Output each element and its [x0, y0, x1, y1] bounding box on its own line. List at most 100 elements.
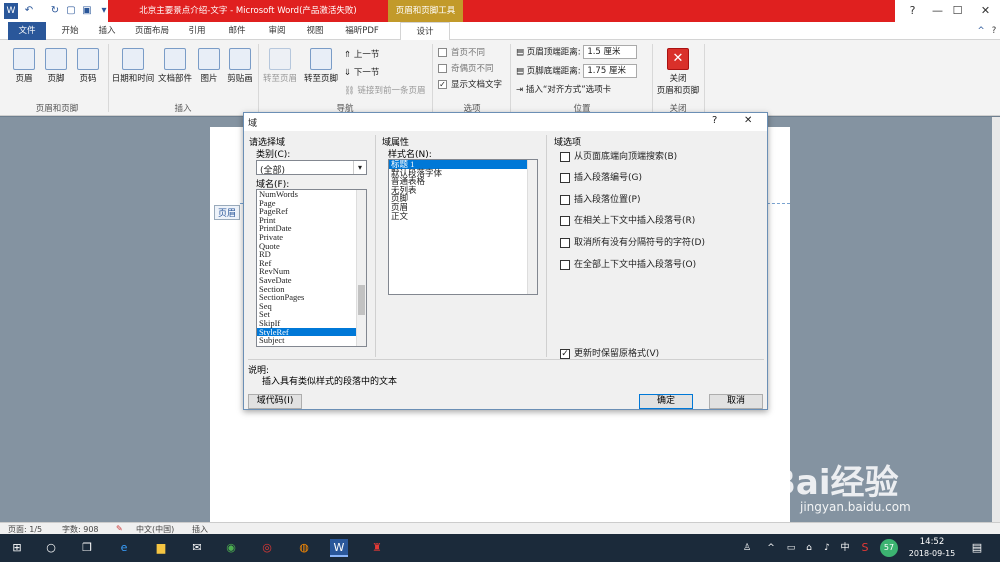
tab-mailings[interactable]: 邮件 — [222, 22, 252, 40]
preserve-format-checkbox[interactable]: ✓ 更新时保留原格式(V) — [560, 346, 659, 359]
sogou-icon[interactable]: S — [856, 539, 874, 557]
field-name-item[interactable]: Seq — [257, 302, 366, 311]
divider — [108, 44, 109, 112]
style-names-list[interactable]: 标题 1 默认段落字体 普通表格 无列表 页脚 页眉 正文 — [388, 159, 538, 295]
edge-browser-icon[interactable]: e — [115, 539, 133, 557]
footer-distance-spinner[interactable]: 1.75 厘米 — [583, 64, 638, 78]
tab-home[interactable]: 开始 — [55, 22, 85, 40]
option-search-bottom-up[interactable]: 从页面底端向顶端搜索(B) — [560, 149, 677, 162]
checkbox-icon — [560, 259, 570, 270]
show-doc-text-checkbox[interactable]: ✓ 显示文档文字 — [438, 78, 502, 90]
insert-alignment-tab-button[interactable]: ⇥ 插入“对齐方式”选项卡 — [516, 83, 611, 95]
option-full-context[interactable]: 在全部上下文中插入段落号(O) — [560, 257, 696, 270]
action-center-icon[interactable]: ▤ — [968, 539, 986, 557]
status-bar: 页面: 1/5 字数: 908 ✎ 中文(中国) 插入 — [0, 522, 1000, 534]
page-number-button[interactable]: 页码 — [74, 48, 102, 84]
dialog-help-button[interactable]: ? — [712, 115, 717, 126]
odd-even-checkbox[interactable]: 奇偶页不同 — [438, 62, 494, 74]
checkbox-icon — [560, 151, 570, 162]
people-icon[interactable]: ♙ — [738, 539, 756, 557]
word-app-icon[interactable]: W — [4, 3, 18, 19]
field-name-item[interactable]: Quote — [257, 241, 366, 251]
close-header-footer-button[interactable]: ✕ 关闭 页眉和页脚 — [654, 48, 702, 96]
tab-design[interactable]: 设计 — [400, 22, 450, 41]
netease-music-icon[interactable]: ◎ — [258, 539, 276, 557]
field-list-scrollbar[interactable] — [356, 190, 366, 346]
tab-insert[interactable]: 插入 — [92, 22, 122, 40]
app-icon[interactable]: ◍ — [295, 539, 313, 557]
footer-button[interactable]: 页脚 — [42, 48, 70, 84]
field-names-list[interactable]: NumWords Page PageRef Print PrintDate Private… — [256, 189, 367, 347]
date-time-button[interactable]: 日期和时间 — [110, 48, 156, 84]
tab-page-layout[interactable]: 页面布局 — [128, 22, 176, 40]
proofing-icon[interactable]: ✎ — [116, 524, 123, 533]
undo-icon[interactable]: ↶ — [22, 3, 36, 19]
clip-art-button[interactable]: 剪贴画 — [224, 48, 256, 84]
field-name-item[interactable]: RD — [257, 250, 366, 259]
style-list-scrollbar[interactable] — [527, 160, 537, 294]
collapse-ribbon-icon[interactable]: ^ — [975, 22, 987, 40]
picture-button[interactable]: 图片 — [196, 48, 222, 84]
quick-parts-button[interactable]: 文档部件 — [156, 48, 194, 84]
link-to-previous-button[interactable]: ⛓ 链接到前一条页眉 — [344, 84, 426, 96]
different-first-page-checkbox[interactable]: 首页不同 — [438, 46, 485, 58]
new-doc-icon[interactable]: ▢ — [64, 3, 78, 19]
task-view-icon[interactable]: ❐ — [78, 539, 96, 557]
battery-icon[interactable]: ▭ — [782, 539, 800, 557]
option-insert-para-position[interactable]: 插入段落位置(P) — [560, 192, 640, 205]
field-name-item[interactable]: SectionPages — [257, 293, 366, 302]
ok-button[interactable]: 确定 — [639, 394, 693, 409]
goto-footer-button[interactable]: 转至页脚 — [302, 48, 340, 84]
title-bar-fill — [463, 0, 895, 22]
360-browser-icon[interactable]: ◉ — [222, 539, 240, 557]
cancel-button[interactable]: 取消 — [709, 394, 763, 409]
help-icon[interactable]: ? — [988, 22, 1000, 40]
next-section-button[interactable]: ⇓ 下一节 — [344, 66, 379, 78]
scroll-thumb[interactable] — [358, 285, 365, 315]
clock-date[interactable]: 2018-09-15 — [906, 549, 958, 558]
game-icon[interactable]: ♜ — [368, 539, 386, 557]
field-name-item[interactable]: Subject — [257, 336, 366, 345]
tab-foxit-pdf[interactable]: 福昕PDF — [338, 22, 386, 40]
chevron-up-icon[interactable]: ^ — [762, 539, 780, 557]
field-codes-button[interactable]: 域代码(I) — [248, 394, 302, 409]
volume-icon[interactable]: ♪ — [818, 539, 836, 557]
previous-section-button[interactable]: ⇑ 上一节 — [344, 48, 379, 60]
tab-review[interactable]: 审阅 — [262, 22, 292, 40]
input-method[interactable]: 中 — [836, 539, 854, 557]
option-suppress-nondelim[interactable]: 取消所有没有分隔符号的字符(D) — [560, 235, 705, 248]
save-icon[interactable]: ▣ — [80, 3, 94, 19]
option-insert-para-number[interactable]: 插入段落编号(G) — [560, 170, 642, 183]
divider — [652, 44, 653, 112]
group-header-footer: 页眉和页脚 — [35, 104, 79, 114]
vertical-scrollbar[interactable] — [992, 117, 1000, 522]
style-name-item[interactable]: 页脚 — [389, 194, 537, 203]
clock-time[interactable]: 14:52 — [912, 537, 952, 547]
close-window-button[interactable]: ✕ — [968, 0, 1000, 22]
header-button[interactable]: 页眉 — [10, 48, 38, 84]
style-name-item[interactable]: 无列表 — [389, 186, 537, 195]
search-icon[interactable]: ○ — [42, 539, 60, 557]
tab-file[interactable]: 文件 — [8, 22, 46, 40]
option-relative-context[interactable]: 在相关上下文中插入段落号(R) — [560, 213, 695, 226]
goto-footer-icon — [310, 48, 332, 70]
notification-badge[interactable]: 57 — [880, 539, 898, 557]
tab-view[interactable]: 视图 — [300, 22, 330, 40]
redo-icon[interactable]: ↻ — [48, 3, 62, 19]
divider — [248, 359, 764, 360]
category-dropdown[interactable]: (全部) ▾ — [256, 160, 367, 175]
tab-references[interactable]: 引用 — [182, 22, 212, 40]
word-taskbar-icon[interactable]: W — [330, 539, 348, 557]
field-dialog: 域 ? ✕ 请选择域 类别(C): (全部) ▾ 域名(F): NumWords… — [243, 112, 768, 410]
baidu-watermark: Bai经验 — [770, 463, 899, 503]
dialog-close-button[interactable]: ✕ — [744, 115, 752, 126]
mail-icon[interactable]: ✉ — [188, 539, 206, 557]
style-name-item[interactable]: 正文 — [389, 211, 537, 221]
start-windows-icon[interactable]: ⊞ — [8, 539, 26, 557]
checkbox-icon — [438, 48, 447, 57]
network-icon[interactable]: ⌂ — [800, 539, 818, 557]
file-explorer-icon[interactable]: ▆ — [152, 539, 170, 557]
header-distance-spinner[interactable]: 1.5 厘米 — [583, 45, 638, 59]
goto-header-button[interactable]: 转至页眉 — [260, 48, 300, 84]
style-name-item[interactable]: 页眉 — [389, 203, 537, 212]
